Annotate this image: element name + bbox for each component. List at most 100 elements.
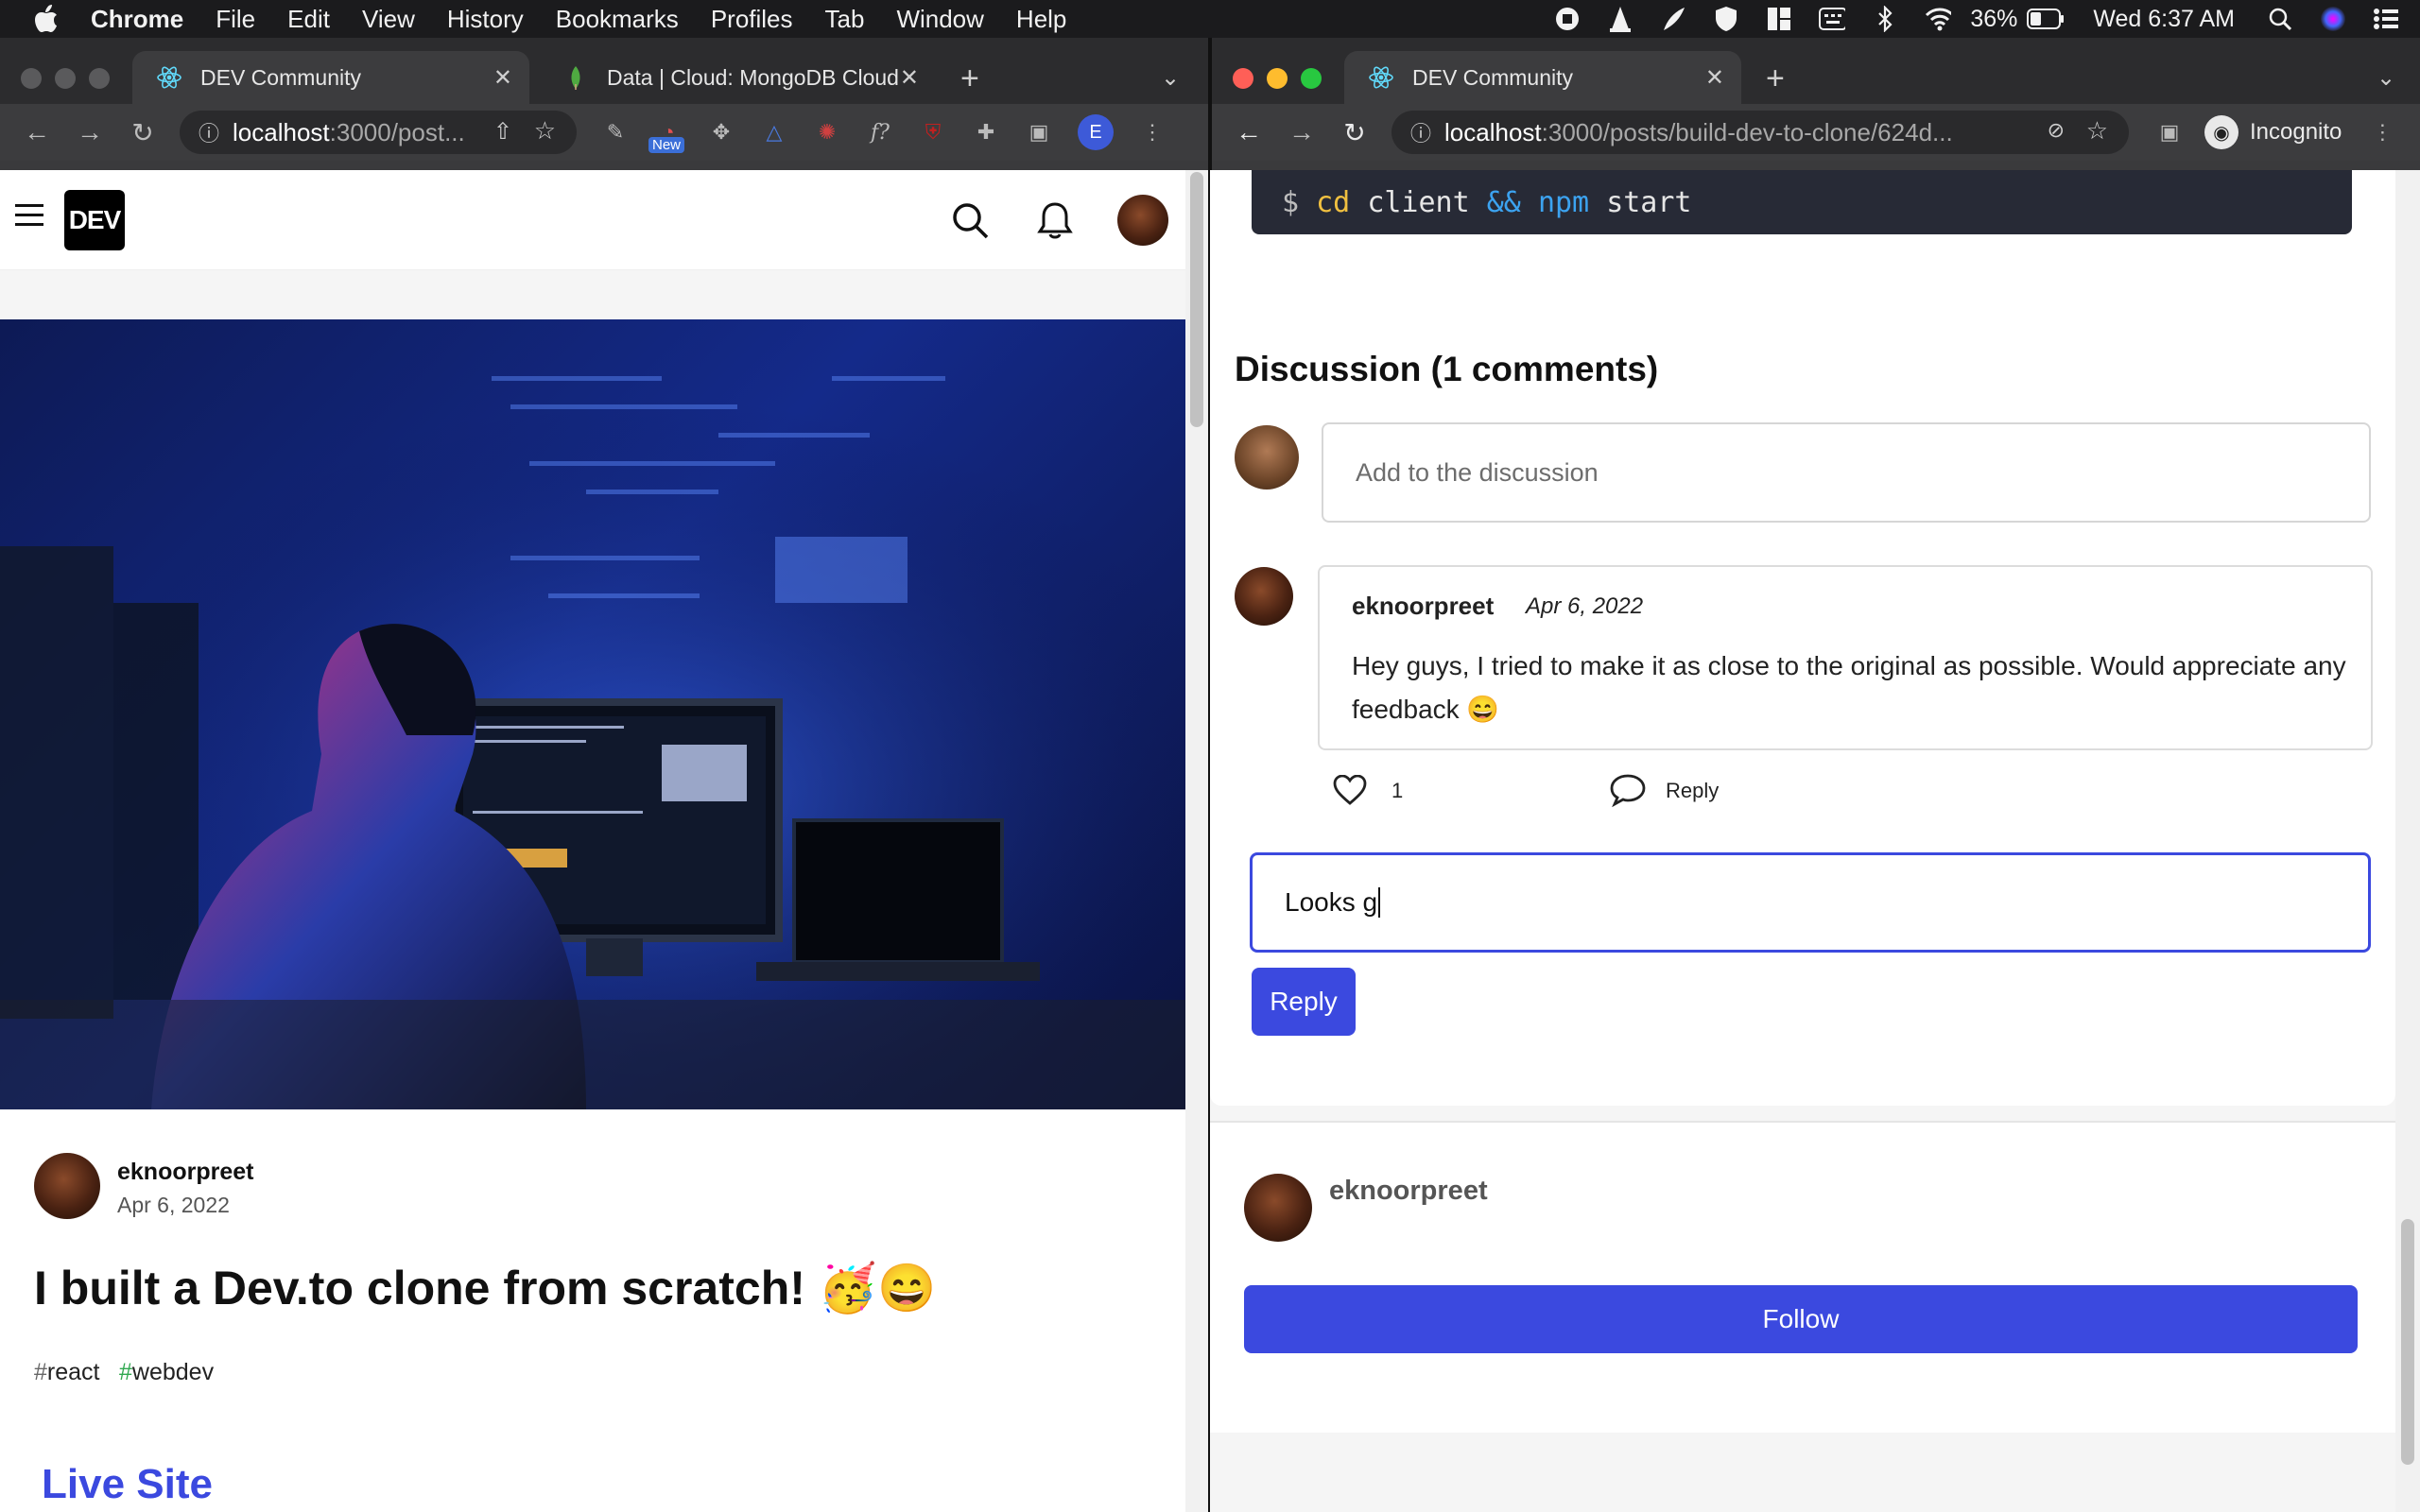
right-address-bar[interactable]: ⓘ localhost:3000/posts/build-dev-to-clon…	[1392, 111, 2129, 154]
chrome-menu-icon[interactable]: ⋮	[1138, 118, 1167, 146]
pen-extension-icon[interactable]: ✎	[601, 118, 630, 146]
menu-bookmarks[interactable]: Bookmarks	[556, 5, 679, 34]
tab-search-chevron-icon[interactable]: ⌄	[2377, 64, 2395, 92]
close-window-button[interactable]	[21, 68, 42, 89]
tab-dev-community[interactable]: DEV Community ✕	[132, 51, 529, 104]
eye-slash-icon[interactable]: ⊘	[2048, 118, 2065, 143]
reload-icon[interactable]: ↻	[127, 116, 159, 148]
discussion-input[interactable]: Add to the discussion	[1322, 422, 2371, 523]
chrome-menu-icon[interactable]: ⋮	[2368, 118, 2396, 146]
siri-icon[interactable]	[2320, 6, 2346, 32]
feather-icon[interactable]	[1660, 6, 1686, 32]
menu-edit[interactable]: Edit	[287, 5, 330, 34]
menu-help[interactable]: Help	[1016, 5, 1066, 34]
reply-submit-button[interactable]: Reply	[1252, 968, 1356, 1036]
forward-arrow-icon[interactable]: →	[74, 116, 106, 148]
spotlight-search-icon[interactable]	[2267, 6, 2293, 32]
control-center-icon[interactable]	[2373, 6, 2399, 32]
comment-bubble-icon[interactable]	[1609, 773, 1647, 812]
apple-icon[interactable]	[23, 0, 70, 38]
tab-mongodb-cloud[interactable]: Data | Cloud: MongoDB Cloud ✕	[539, 51, 936, 104]
triangle-extension-icon[interactable]: △	[760, 118, 788, 146]
tag-react[interactable]: #react	[34, 1359, 100, 1386]
right-toolbar: ← → ↻ ⓘ localhost:3000/posts/build-dev-t…	[1212, 104, 2420, 161]
left-scroll-track[interactable]	[1185, 170, 1208, 1512]
author-avatar[interactable]	[34, 1153, 100, 1219]
search-icon[interactable]	[951, 201, 989, 244]
zoom-window-button[interactable]	[1301, 68, 1322, 89]
menu-profiles[interactable]: Profiles	[711, 5, 793, 34]
back-arrow-icon[interactable]: ←	[1233, 116, 1265, 148]
reply-textarea[interactable]: Looks g	[1250, 852, 2371, 953]
notification-bell-icon[interactable]	[1036, 200, 1074, 245]
menu-file[interactable]: File	[216, 5, 255, 34]
side-panel-icon[interactable]: ▣	[2155, 118, 2184, 146]
extensions-puzzle-icon[interactable]: ✚	[972, 118, 1000, 146]
menubar-clock[interactable]: Wed 6:37 AM	[2093, 6, 2235, 33]
tag-label: react	[46, 1359, 100, 1385]
zoom-window-button[interactable]	[89, 68, 110, 89]
close-tab-icon[interactable]: ✕	[1705, 64, 1724, 92]
share-icon[interactable]: ⇧	[493, 118, 512, 146]
new-tab-plus-icon[interactable]: +	[1766, 60, 1785, 97]
tab-dev-community-incognito[interactable]: DEV Community ✕	[1344, 51, 1741, 104]
follow-button[interactable]: Follow	[1244, 1285, 2358, 1353]
comment-author-avatar[interactable]	[1235, 567, 1293, 626]
site-info-icon[interactable]: ⓘ	[199, 117, 219, 147]
close-tab-icon[interactable]: ✕	[493, 64, 512, 92]
vlc-cone-icon[interactable]	[1607, 6, 1634, 32]
move-extension-icon[interactable]: ✥	[707, 118, 735, 146]
wifi-icon[interactable]	[1925, 6, 1952, 32]
dev-logo[interactable]: DEV	[64, 190, 125, 250]
ublock-icon[interactable]: ⛨	[919, 118, 947, 146]
forward-arrow-icon[interactable]: →	[1286, 116, 1318, 148]
keyboard-input-icon[interactable]	[1819, 6, 1846, 32]
user-avatar[interactable]	[1117, 195, 1168, 246]
bookmark-star-icon[interactable]: ☆	[534, 116, 556, 146]
menu-history[interactable]: History	[447, 5, 524, 34]
function-extension-icon[interactable]: f?	[866, 118, 894, 146]
reload-icon[interactable]: ↻	[1339, 116, 1371, 148]
bug-extension-icon[interactable]: ✺	[813, 118, 841, 146]
incognito-label[interactable]: Incognito	[2250, 119, 2342, 146]
comment-reply-link[interactable]: Reply	[1666, 779, 1719, 803]
author-name[interactable]: eknoorpreet	[117, 1159, 253, 1186]
hamburger-menu-icon[interactable]	[15, 202, 43, 233]
left-address-bar[interactable]: ⓘ localhost:3000/post... ⇧ ☆	[180, 111, 577, 154]
like-count: 1	[1392, 779, 1404, 802]
right-scroll-thumb[interactable]	[2401, 1219, 2414, 1465]
bookmark-star-icon[interactable]: ☆	[2086, 116, 2108, 146]
tag-webdev[interactable]: #webdev	[119, 1359, 214, 1386]
new-tab-plus-icon[interactable]: +	[960, 60, 979, 97]
menu-view[interactable]: View	[362, 5, 415, 34]
dev-header: DEV	[0, 170, 1185, 270]
live-site-link[interactable]: Live Site	[42, 1461, 213, 1508]
battery-percent: 36%	[1970, 5, 2018, 32]
menu-app-name[interactable]: Chrome	[91, 5, 183, 34]
minimize-window-button[interactable]	[1267, 68, 1288, 89]
close-tab-icon[interactable]: ✕	[900, 64, 919, 92]
side-panel-icon[interactable]: ▣	[1025, 118, 1053, 146]
mongodb-leaf-icon	[563, 65, 588, 90]
close-window-button[interactable]	[1233, 68, 1253, 89]
record-status-icon[interactable]	[1554, 6, 1581, 32]
battery-icon[interactable]	[2027, 6, 2065, 32]
menu-tab[interactable]: Tab	[825, 5, 865, 34]
right-scroll-track[interactable]	[2395, 170, 2420, 1512]
shield-icon[interactable]	[1713, 6, 1739, 32]
tab-search-chevron-icon[interactable]: ⌄	[1161, 64, 1180, 92]
back-arrow-icon[interactable]: ←	[21, 116, 53, 148]
comment-author[interactable]: eknoorpreet	[1352, 592, 1494, 621]
minimize-window-button[interactable]	[55, 68, 76, 89]
author-card-name[interactable]: eknoorpreet	[1329, 1176, 1488, 1207]
window-layout-icon[interactable]	[1766, 6, 1792, 32]
new-extension-icon[interactable]: ◔ New	[648, 118, 685, 153]
profile-avatar[interactable]: E	[1078, 114, 1114, 150]
left-scroll-thumb[interactable]	[1190, 172, 1203, 427]
like-heart-icon[interactable]	[1333, 774, 1367, 810]
bluetooth-icon[interactable]	[1872, 6, 1898, 32]
menu-window[interactable]: Window	[896, 5, 983, 34]
site-info-icon[interactable]: ⓘ	[1410, 117, 1431, 147]
code-block: $ cd client && npm start	[1252, 170, 2352, 234]
author-card-avatar[interactable]	[1244, 1174, 1312, 1242]
